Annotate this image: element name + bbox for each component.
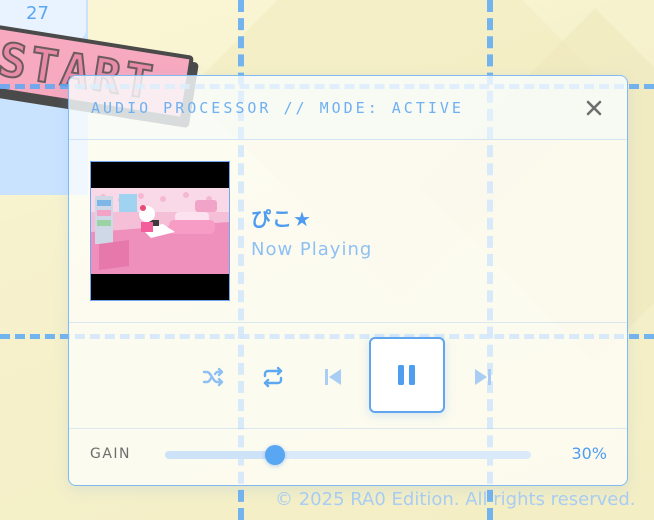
panel-header: AUDIO PROCESSOR // MODE: ACTIVE	[69, 76, 627, 140]
shuffle-button[interactable]	[200, 364, 226, 390]
panel-title: AUDIO PROCESSOR // MODE: ACTIVE	[91, 98, 464, 117]
audio-processor-panel: AUDIO PROCESSOR // MODE: ACTIVE ぴこ★ Now …	[68, 75, 628, 486]
album-cover-image	[91, 162, 229, 300]
gain-slider-thumb[interactable]	[264, 445, 285, 465]
next-button[interactable]	[470, 364, 496, 390]
close-icon	[586, 100, 602, 115]
pause-icon	[398, 365, 415, 385]
skip-next-icon	[475, 369, 491, 385]
playback-controls	[69, 323, 627, 429]
repeat-icon	[263, 366, 283, 388]
close-button[interactable]	[583, 97, 605, 119]
shuffle-icon	[202, 367, 224, 387]
gain-value: 30%	[571, 444, 607, 463]
now-playing-section: ぴこ★ Now Playing	[69, 140, 627, 323]
gain-label: GAIN	[90, 446, 132, 462]
play-pause-button[interactable]	[369, 337, 445, 413]
footer-copyright: © 2025 RA0 Edition. All rights reserved.	[275, 489, 636, 510]
gain-section: GAIN 30%	[69, 429, 627, 485]
album-cover	[90, 161, 230, 301]
previous-button[interactable]	[320, 364, 346, 390]
gain-slider-track[interactable]	[165, 445, 531, 465]
track-status: Now Playing	[251, 239, 373, 260]
track-title: ぴこ★	[251, 207, 312, 231]
skip-previous-icon	[325, 369, 341, 385]
repeat-button[interactable]	[260, 364, 286, 390]
gain-slider-fill	[165, 451, 275, 459]
